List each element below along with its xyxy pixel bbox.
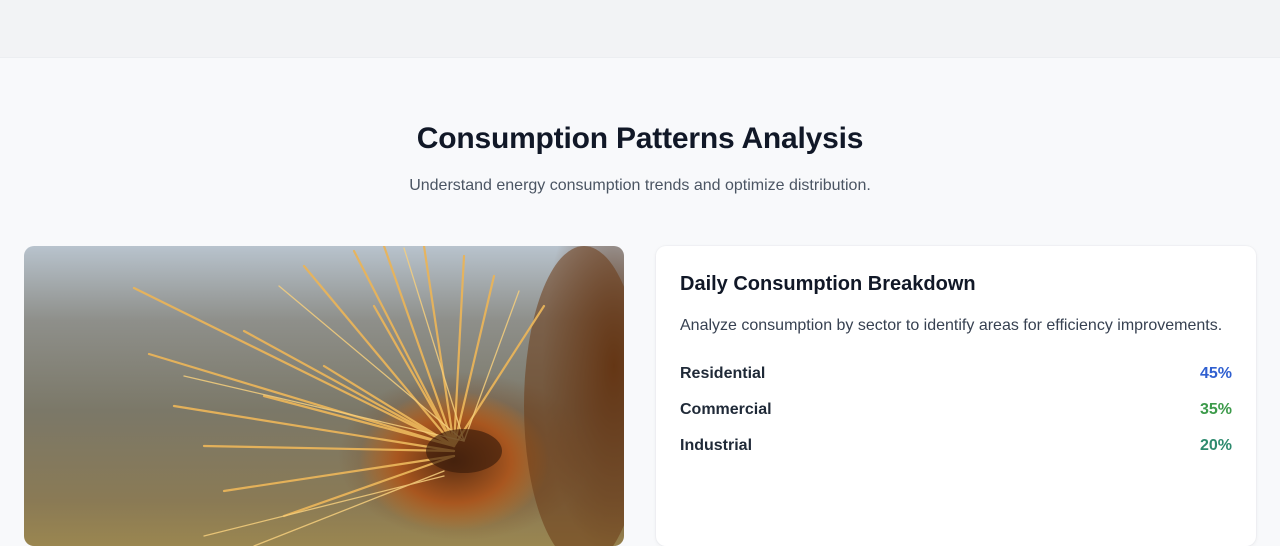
sector-value: 20% xyxy=(1199,437,1232,454)
card-description: Analyze consumption by sector to identif… xyxy=(680,317,1223,334)
consumption-section: Consumption Patterns Analysis Understand… xyxy=(0,58,1280,546)
sector-row-residential: Residential 45% xyxy=(680,365,1232,385)
consumption-breakdown-card: Daily Consumption Breakdown Analyze cons… xyxy=(656,246,1256,546)
plant-photo xyxy=(24,246,624,546)
sector-value: 35% xyxy=(1199,401,1232,418)
plant-spines-illustration xyxy=(132,246,624,546)
section-title: Consumption Patterns Analysis xyxy=(416,122,864,155)
card-title: Daily Consumption Breakdown xyxy=(680,273,976,295)
sector-label: Residential xyxy=(680,365,766,382)
sector-value: 45% xyxy=(1199,365,1232,382)
section-subtitle: Understand energy consumption trends and… xyxy=(409,177,871,194)
sector-label: Commercial xyxy=(680,401,772,418)
sector-label: Industrial xyxy=(680,437,753,454)
sector-row-industrial: Industrial 20% xyxy=(680,437,1232,457)
sector-row-commercial: Commercial 35% xyxy=(680,401,1232,421)
top-band xyxy=(0,0,1280,58)
